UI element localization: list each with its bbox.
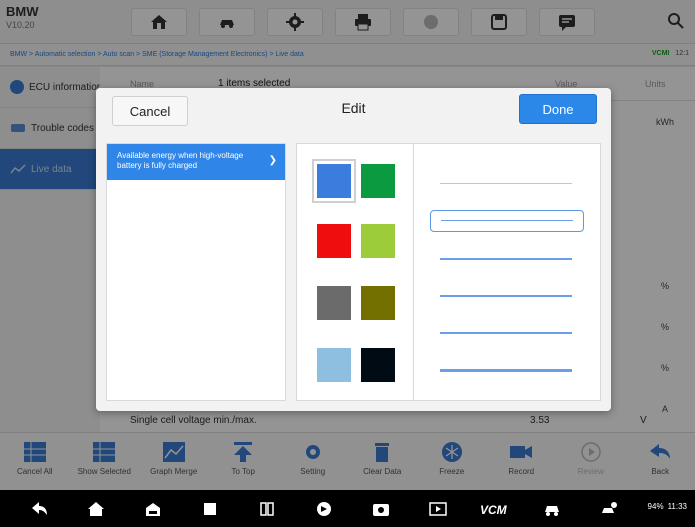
camera-icon[interactable] [360, 497, 402, 521]
line-style-option[interactable] [440, 326, 572, 340]
item-label: Available energy when high-voltage batte… [117, 151, 244, 170]
battery-level: 94% [647, 502, 664, 511]
back-nav-icon[interactable] [18, 497, 60, 521]
line-style-option[interactable] [440, 289, 572, 303]
garage-icon[interactable] [132, 497, 174, 521]
color-swatch-yellow-green[interactable] [361, 224, 395, 258]
vcm-icon[interactable]: VCM [474, 497, 516, 521]
color-swatch-light-blue[interactable] [317, 348, 351, 382]
color-swatch-gray[interactable] [317, 286, 351, 320]
svg-text:VCM: VCM [480, 503, 508, 517]
line-style-option[interactable] [440, 363, 572, 377]
color-palette [296, 143, 414, 401]
line-style-option[interactable] [440, 252, 572, 266]
color-swatch-blue[interactable] [312, 159, 356, 203]
line-style-option-selected[interactable] [430, 210, 584, 232]
car-icon[interactable] [531, 497, 573, 521]
done-button[interactable]: Done [519, 94, 597, 124]
car-service-icon[interactable] [588, 497, 630, 521]
color-swatch-black[interactable] [361, 348, 395, 382]
line-style-option[interactable] [440, 177, 572, 191]
home-nav-icon[interactable] [75, 497, 117, 521]
system-nav-bar: VCM 94% 11:33 [0, 490, 695, 527]
browser-icon[interactable] [303, 497, 345, 521]
split-screen-icon[interactable] [246, 497, 288, 521]
line-style-panel [414, 143, 601, 401]
color-swatch-olive[interactable] [361, 286, 395, 320]
recent-apps-icon[interactable] [189, 497, 231, 521]
status-area: 94% 11:33 [648, 502, 687, 511]
selected-items-list: Available energy when high-voltage batte… [106, 143, 286, 401]
screen-record-icon[interactable] [417, 497, 459, 521]
chevron-right-icon: ❯ [268, 155, 277, 166]
system-clock: 11:33 [667, 502, 687, 511]
color-swatch-green[interactable] [361, 164, 395, 198]
edit-dialog: Cancel Edit Done Available energy when h… [96, 88, 611, 411]
list-item[interactable]: Available energy when high-voltage batte… [107, 144, 285, 180]
color-swatch-red[interactable] [317, 224, 351, 258]
